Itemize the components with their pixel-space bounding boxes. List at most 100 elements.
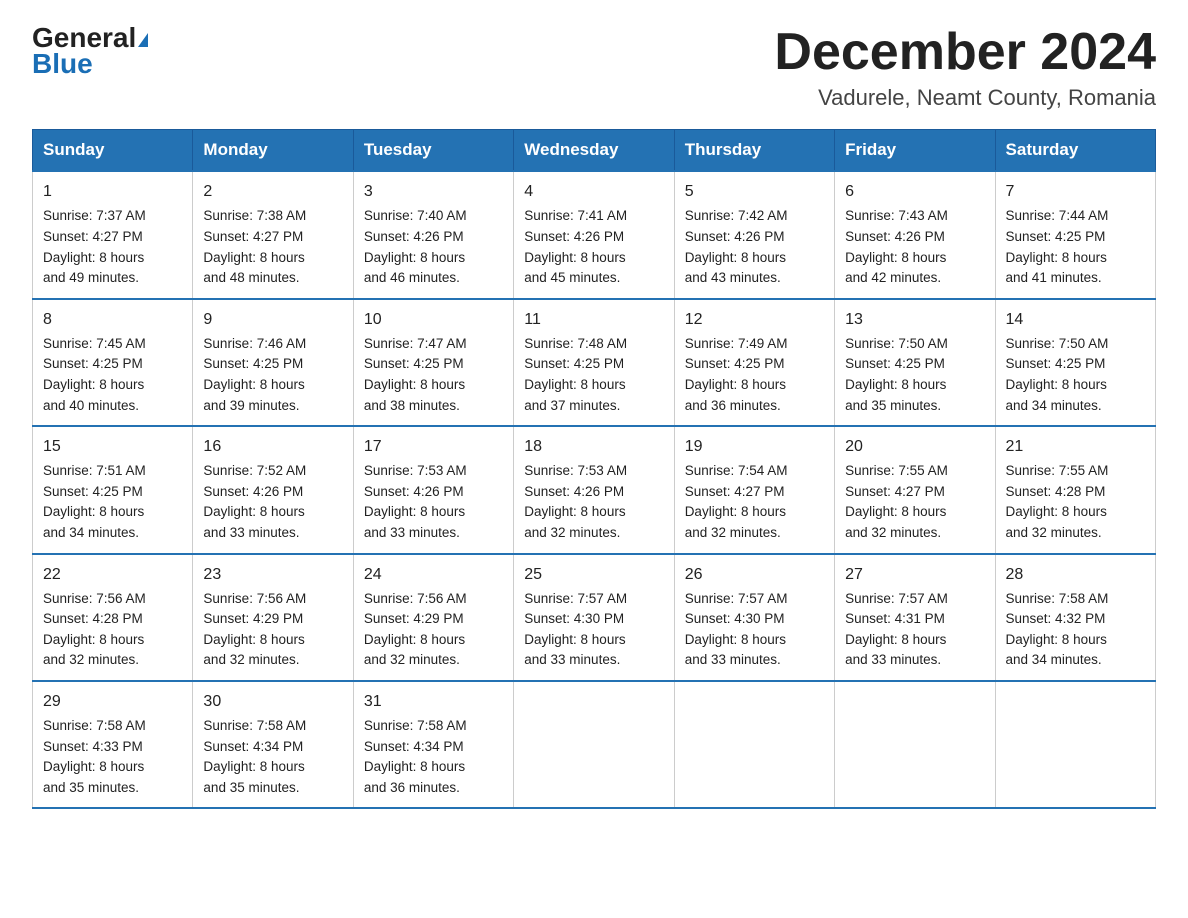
sunset-info: Sunset: 4:30 PM: [524, 611, 624, 626]
daylight-info: Daylight: 8 hours: [1006, 632, 1107, 647]
week-row-2: 8 Sunrise: 7:45 AM Sunset: 4:25 PM Dayli…: [33, 299, 1156, 426]
sunrise-info: Sunrise: 7:57 AM: [685, 591, 788, 606]
sunset-info: Sunset: 4:29 PM: [203, 611, 303, 626]
daylight-minutes: and 38 minutes.: [364, 398, 460, 413]
daylight-info: Daylight: 8 hours: [685, 632, 786, 647]
calendar-cell: [835, 681, 995, 808]
day-number: 12: [685, 308, 824, 331]
daylight-info: Daylight: 8 hours: [845, 504, 946, 519]
header-day-friday: Friday: [835, 130, 995, 172]
daylight-info: Daylight: 8 hours: [1006, 250, 1107, 265]
calendar-cell: 9 Sunrise: 7:46 AM Sunset: 4:25 PM Dayli…: [193, 299, 353, 426]
logo-triangle-icon: [138, 33, 148, 47]
sunrise-info: Sunrise: 7:51 AM: [43, 463, 146, 478]
sunrise-info: Sunrise: 7:58 AM: [203, 718, 306, 733]
sunrise-info: Sunrise: 7:55 AM: [845, 463, 948, 478]
day-number: 15: [43, 435, 182, 458]
daylight-info: Daylight: 8 hours: [524, 504, 625, 519]
calendar-cell: 28 Sunrise: 7:58 AM Sunset: 4:32 PM Dayl…: [995, 554, 1155, 681]
daylight-minutes: and 33 minutes.: [364, 525, 460, 540]
daylight-info: Daylight: 8 hours: [364, 759, 465, 774]
sunset-info: Sunset: 4:34 PM: [364, 739, 464, 754]
daylight-info: Daylight: 8 hours: [43, 632, 144, 647]
week-row-3: 15 Sunrise: 7:51 AM Sunset: 4:25 PM Dayl…: [33, 426, 1156, 553]
calendar-cell: 15 Sunrise: 7:51 AM Sunset: 4:25 PM Dayl…: [33, 426, 193, 553]
sunset-info: Sunset: 4:26 PM: [364, 229, 464, 244]
daylight-minutes: and 48 minutes.: [203, 270, 299, 285]
daylight-info: Daylight: 8 hours: [43, 504, 144, 519]
logo-line2: Blue: [32, 48, 93, 80]
day-number: 29: [43, 690, 182, 713]
daylight-minutes: and 33 minutes.: [685, 652, 781, 667]
daylight-minutes: and 36 minutes.: [364, 780, 460, 795]
daylight-info: Daylight: 8 hours: [364, 377, 465, 392]
sunrise-info: Sunrise: 7:37 AM: [43, 208, 146, 223]
day-number: 20: [845, 435, 984, 458]
calendar-cell: 29 Sunrise: 7:58 AM Sunset: 4:33 PM Dayl…: [33, 681, 193, 808]
sunrise-info: Sunrise: 7:57 AM: [845, 591, 948, 606]
day-number: 19: [685, 435, 824, 458]
daylight-info: Daylight: 8 hours: [203, 377, 304, 392]
daylight-minutes: and 35 minutes.: [43, 780, 139, 795]
calendar-cell: 24 Sunrise: 7:56 AM Sunset: 4:29 PM Dayl…: [353, 554, 513, 681]
daylight-minutes: and 32 minutes.: [43, 652, 139, 667]
sunrise-info: Sunrise: 7:58 AM: [1006, 591, 1109, 606]
day-number: 1: [43, 180, 182, 203]
calendar-cell: 6 Sunrise: 7:43 AM Sunset: 4:26 PM Dayli…: [835, 171, 995, 298]
day-number: 24: [364, 563, 503, 586]
sunset-info: Sunset: 4:25 PM: [524, 356, 624, 371]
sunset-info: Sunset: 4:33 PM: [43, 739, 143, 754]
calendar-cell: 16 Sunrise: 7:52 AM Sunset: 4:26 PM Dayl…: [193, 426, 353, 553]
calendar-cell: 12 Sunrise: 7:49 AM Sunset: 4:25 PM Dayl…: [674, 299, 834, 426]
day-number: 17: [364, 435, 503, 458]
daylight-minutes: and 33 minutes.: [845, 652, 941, 667]
daylight-minutes: and 45 minutes.: [524, 270, 620, 285]
sunrise-info: Sunrise: 7:40 AM: [364, 208, 467, 223]
day-number: 11: [524, 308, 663, 331]
calendar-cell: 13 Sunrise: 7:50 AM Sunset: 4:25 PM Dayl…: [835, 299, 995, 426]
header-day-saturday: Saturday: [995, 130, 1155, 172]
sunrise-info: Sunrise: 7:42 AM: [685, 208, 788, 223]
sunset-info: Sunset: 4:25 PM: [685, 356, 785, 371]
page-header: General Blue December 2024 Vadurele, Nea…: [32, 24, 1156, 111]
sunset-info: Sunset: 4:27 PM: [203, 229, 303, 244]
day-number: 28: [1006, 563, 1145, 586]
sunrise-info: Sunrise: 7:53 AM: [524, 463, 627, 478]
week-row-4: 22 Sunrise: 7:56 AM Sunset: 4:28 PM Dayl…: [33, 554, 1156, 681]
day-number: 27: [845, 563, 984, 586]
sunset-info: Sunset: 4:25 PM: [203, 356, 303, 371]
day-number: 16: [203, 435, 342, 458]
sunset-info: Sunset: 4:25 PM: [364, 356, 464, 371]
sunrise-info: Sunrise: 7:58 AM: [43, 718, 146, 733]
day-number: 25: [524, 563, 663, 586]
day-number: 10: [364, 308, 503, 331]
calendar-header: SundayMondayTuesdayWednesdayThursdayFrid…: [33, 130, 1156, 172]
sunrise-info: Sunrise: 7:44 AM: [1006, 208, 1109, 223]
calendar-cell: 18 Sunrise: 7:53 AM Sunset: 4:26 PM Dayl…: [514, 426, 674, 553]
title-area: December 2024 Vadurele, Neamt County, Ro…: [774, 24, 1156, 111]
calendar-cell: 3 Sunrise: 7:40 AM Sunset: 4:26 PM Dayli…: [353, 171, 513, 298]
daylight-minutes: and 39 minutes.: [203, 398, 299, 413]
daylight-info: Daylight: 8 hours: [43, 250, 144, 265]
sunrise-info: Sunrise: 7:56 AM: [364, 591, 467, 606]
day-number: 5: [685, 180, 824, 203]
sunrise-info: Sunrise: 7:48 AM: [524, 336, 627, 351]
daylight-info: Daylight: 8 hours: [203, 759, 304, 774]
sunrise-info: Sunrise: 7:54 AM: [685, 463, 788, 478]
daylight-info: Daylight: 8 hours: [685, 504, 786, 519]
calendar-cell: 1 Sunrise: 7:37 AM Sunset: 4:27 PM Dayli…: [33, 171, 193, 298]
daylight-minutes: and 46 minutes.: [364, 270, 460, 285]
calendar-cell: 25 Sunrise: 7:57 AM Sunset: 4:30 PM Dayl…: [514, 554, 674, 681]
sunset-info: Sunset: 4:32 PM: [1006, 611, 1106, 626]
sunset-info: Sunset: 4:27 PM: [685, 484, 785, 499]
header-day-wednesday: Wednesday: [514, 130, 674, 172]
week-row-1: 1 Sunrise: 7:37 AM Sunset: 4:27 PM Dayli…: [33, 171, 1156, 298]
daylight-info: Daylight: 8 hours: [43, 759, 144, 774]
sunrise-info: Sunrise: 7:50 AM: [1006, 336, 1109, 351]
sunset-info: Sunset: 4:29 PM: [364, 611, 464, 626]
sunset-info: Sunset: 4:25 PM: [43, 484, 143, 499]
day-number: 30: [203, 690, 342, 713]
daylight-minutes: and 37 minutes.: [524, 398, 620, 413]
sunset-info: Sunset: 4:26 PM: [685, 229, 785, 244]
daylight-info: Daylight: 8 hours: [364, 504, 465, 519]
